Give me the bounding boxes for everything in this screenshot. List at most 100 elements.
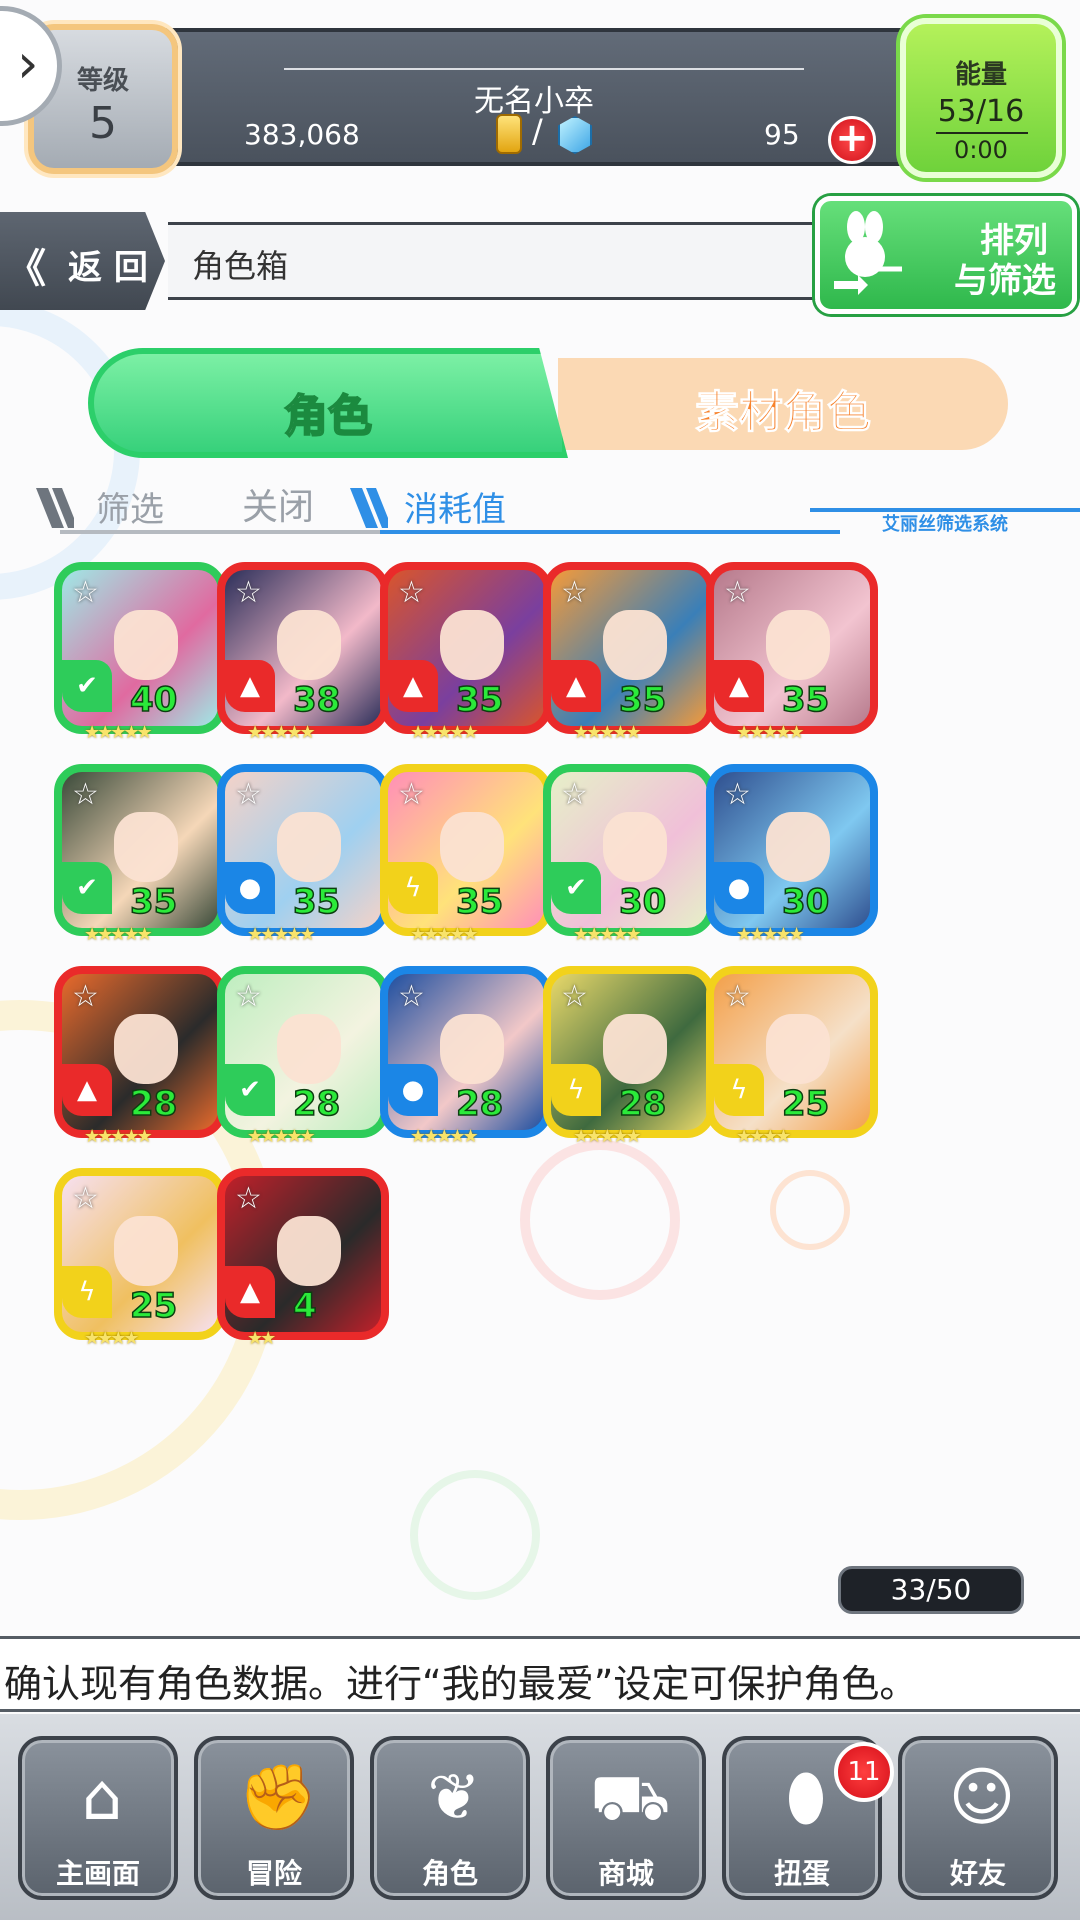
favorite-star-icon[interactable]: ☆ xyxy=(398,982,432,1016)
character-level: 38 xyxy=(292,679,341,721)
favorite-star-icon[interactable]: ☆ xyxy=(724,982,758,1016)
gacha-notification-badge: 11 xyxy=(834,1742,894,1802)
tab-material-characters[interactable]: 素材角色 xyxy=(558,358,1008,450)
character-level: 35 xyxy=(455,679,504,721)
character-level: 28 xyxy=(129,1083,178,1125)
hint-bar: 确认现有角色数据。进行“我的最爱”设定可保护角色。 xyxy=(0,1636,1080,1712)
bottom-navigation: ⌂ 主画面 ✊ 冒险 ❦ 角色 ⛟ 商城 ⬮ 扭蛋 ☺ 好友 xyxy=(0,1714,1080,1920)
character-face xyxy=(114,812,178,882)
double-slash-icon xyxy=(350,488,388,528)
nav-label: 好友 xyxy=(949,1857,1006,1890)
thunder-element-icon: ϟ xyxy=(714,1064,764,1116)
character-level: 35 xyxy=(129,881,178,923)
rarity-stars: ★★★★★ xyxy=(736,722,805,743)
character-card[interactable]: ☆ ✔ 28 ★★★★★ xyxy=(217,966,389,1152)
energy-label: 能量 xyxy=(954,60,1007,90)
coin-count: 383,068 xyxy=(244,118,360,151)
favorite-star-icon[interactable]: ☆ xyxy=(724,780,758,814)
favorite-star-icon[interactable]: ☆ xyxy=(72,982,106,1016)
character-card[interactable]: ☆ ▲ 35 ★★★★★ xyxy=(706,562,878,748)
bg-decoration xyxy=(410,1470,540,1600)
energy-timer: 0:00 xyxy=(954,136,1008,164)
favorite-star-icon[interactable]: ☆ xyxy=(398,780,432,814)
character-card[interactable]: ☆ ▲ 28 ★★★★★ xyxy=(54,966,226,1152)
rarity-stars: ★★★★★ xyxy=(573,722,642,743)
character-card[interactable]: ☆ ϟ 35 ★★★★★ xyxy=(380,764,552,950)
character-card[interactable]: ☆ ▲ 35 ★★★★★ xyxy=(543,562,715,748)
rarity-stars: ★★★★ xyxy=(736,1126,792,1147)
character-level: 28 xyxy=(292,1083,341,1125)
character-face xyxy=(277,1216,341,1286)
character-card[interactable]: ☆ ● 35 ★★★★★ xyxy=(217,764,389,950)
character-face xyxy=(766,1014,830,1084)
sort-by-consumption[interactable]: 消耗值 xyxy=(404,482,506,531)
divider xyxy=(284,68,804,70)
favorite-star-icon[interactable]: ☆ xyxy=(398,578,432,612)
character-card[interactable]: ☆ ✔ 35 ★★★★★ xyxy=(54,764,226,950)
wind-element-icon: ✔ xyxy=(225,1064,275,1116)
favorite-star-icon[interactable]: ☆ xyxy=(561,578,595,612)
favorite-star-icon[interactable]: ☆ xyxy=(235,780,269,814)
filter-state[interactable]: 关闭 xyxy=(242,478,314,530)
favorite-star-icon[interactable]: ☆ xyxy=(72,780,106,814)
back-button[interactable]: 《 返 回 xyxy=(0,212,165,310)
tab-characters[interactable]: 角色 xyxy=(88,348,568,458)
character-card[interactable]: ☆ ϟ 28 ★★★★★ xyxy=(543,966,715,1152)
box-capacity: 33/50 xyxy=(838,1566,1024,1614)
character-card[interactable]: ☆ ● 30 ★★★★★ xyxy=(706,764,878,950)
nav-friends[interactable]: ☺ 好友 xyxy=(898,1736,1058,1900)
nav-cart[interactable]: ⛟ 商城 xyxy=(546,1736,706,1900)
water-element-icon: ● xyxy=(388,1064,438,1116)
character-level: 28 xyxy=(618,1083,667,1125)
energy-box[interactable]: 能量 53/16 0:00 xyxy=(900,18,1062,178)
character-face xyxy=(440,610,504,680)
character-card[interactable]: ☆ ● 28 ★★★★★ xyxy=(380,966,552,1152)
rarity-stars: ★★★★★ xyxy=(410,924,479,945)
favorite-star-icon[interactable]: ☆ xyxy=(724,578,758,612)
double-slash-icon xyxy=(36,488,74,528)
fire-element-icon: ▲ xyxy=(714,660,764,712)
fire-element-icon: ▲ xyxy=(62,1064,112,1116)
filter-label[interactable]: 筛选 xyxy=(96,482,164,531)
character-card[interactable]: ☆ ▲ 4 ★★ xyxy=(217,1168,389,1354)
character-card[interactable]: ☆ ✔ 30 ★★★★★ xyxy=(543,764,715,950)
wind-element-icon: ✔ xyxy=(62,660,112,712)
character-level: 35 xyxy=(781,679,830,721)
character-level: 30 xyxy=(618,881,667,923)
rarity-stars: ★★★★★ xyxy=(573,1126,642,1147)
nav-handshake[interactable]: ✊ 冒险 xyxy=(194,1736,354,1900)
character-card[interactable]: ☆ ✔ 40 ★★★★★ xyxy=(54,562,226,748)
character-face xyxy=(277,1014,341,1084)
rarity-stars: ★★★★★ xyxy=(84,722,153,743)
character-card[interactable]: ☆ ϟ 25 ★★★★ xyxy=(706,966,878,1152)
favorite-star-icon[interactable]: ☆ xyxy=(235,1184,269,1218)
gem-count: 95 xyxy=(764,118,800,151)
rarity-stars: ★★★★★ xyxy=(410,1126,479,1147)
favorite-star-icon[interactable]: ☆ xyxy=(72,1184,106,1218)
sort-filter-button[interactable]: 排列 与筛选 xyxy=(815,196,1077,314)
nav-home[interactable]: ⌂ 主画面 xyxy=(18,1736,178,1900)
wind-element-icon: ✔ xyxy=(551,862,601,914)
nav-bunny[interactable]: ❦ 角色 xyxy=(370,1736,530,1900)
character-card[interactable]: ☆ ϟ 25 ★★★★ xyxy=(54,1168,226,1354)
character-card[interactable]: ☆ ▲ 35 ★★★★★ xyxy=(380,562,552,748)
rarity-stars: ★★★★★ xyxy=(573,924,642,945)
fire-element-icon: ▲ xyxy=(388,660,438,712)
favorite-star-icon[interactable]: ☆ xyxy=(561,982,595,1016)
character-face xyxy=(277,812,341,882)
favorite-star-icon[interactable]: ☆ xyxy=(72,578,106,612)
rarity-stars: ★★★★★ xyxy=(247,1126,316,1147)
character-face xyxy=(114,1216,178,1286)
character-face xyxy=(440,1014,504,1084)
character-face xyxy=(603,812,667,882)
rarity-stars: ★★★★★ xyxy=(84,1126,153,1147)
favorite-star-icon[interactable]: ☆ xyxy=(235,578,269,612)
gem-icon xyxy=(558,116,592,154)
fire-element-icon: ▲ xyxy=(225,1266,275,1318)
favorite-star-icon[interactable]: ☆ xyxy=(561,780,595,814)
favorite-star-icon[interactable]: ☆ xyxy=(235,982,269,1016)
character-card[interactable]: ☆ ▲ 38 ★★★★★ xyxy=(217,562,389,748)
sort-label-line2: 与筛选 xyxy=(954,261,1056,301)
add-currency-button[interactable]: + xyxy=(828,116,876,164)
thunder-element-icon: ϟ xyxy=(62,1266,112,1318)
